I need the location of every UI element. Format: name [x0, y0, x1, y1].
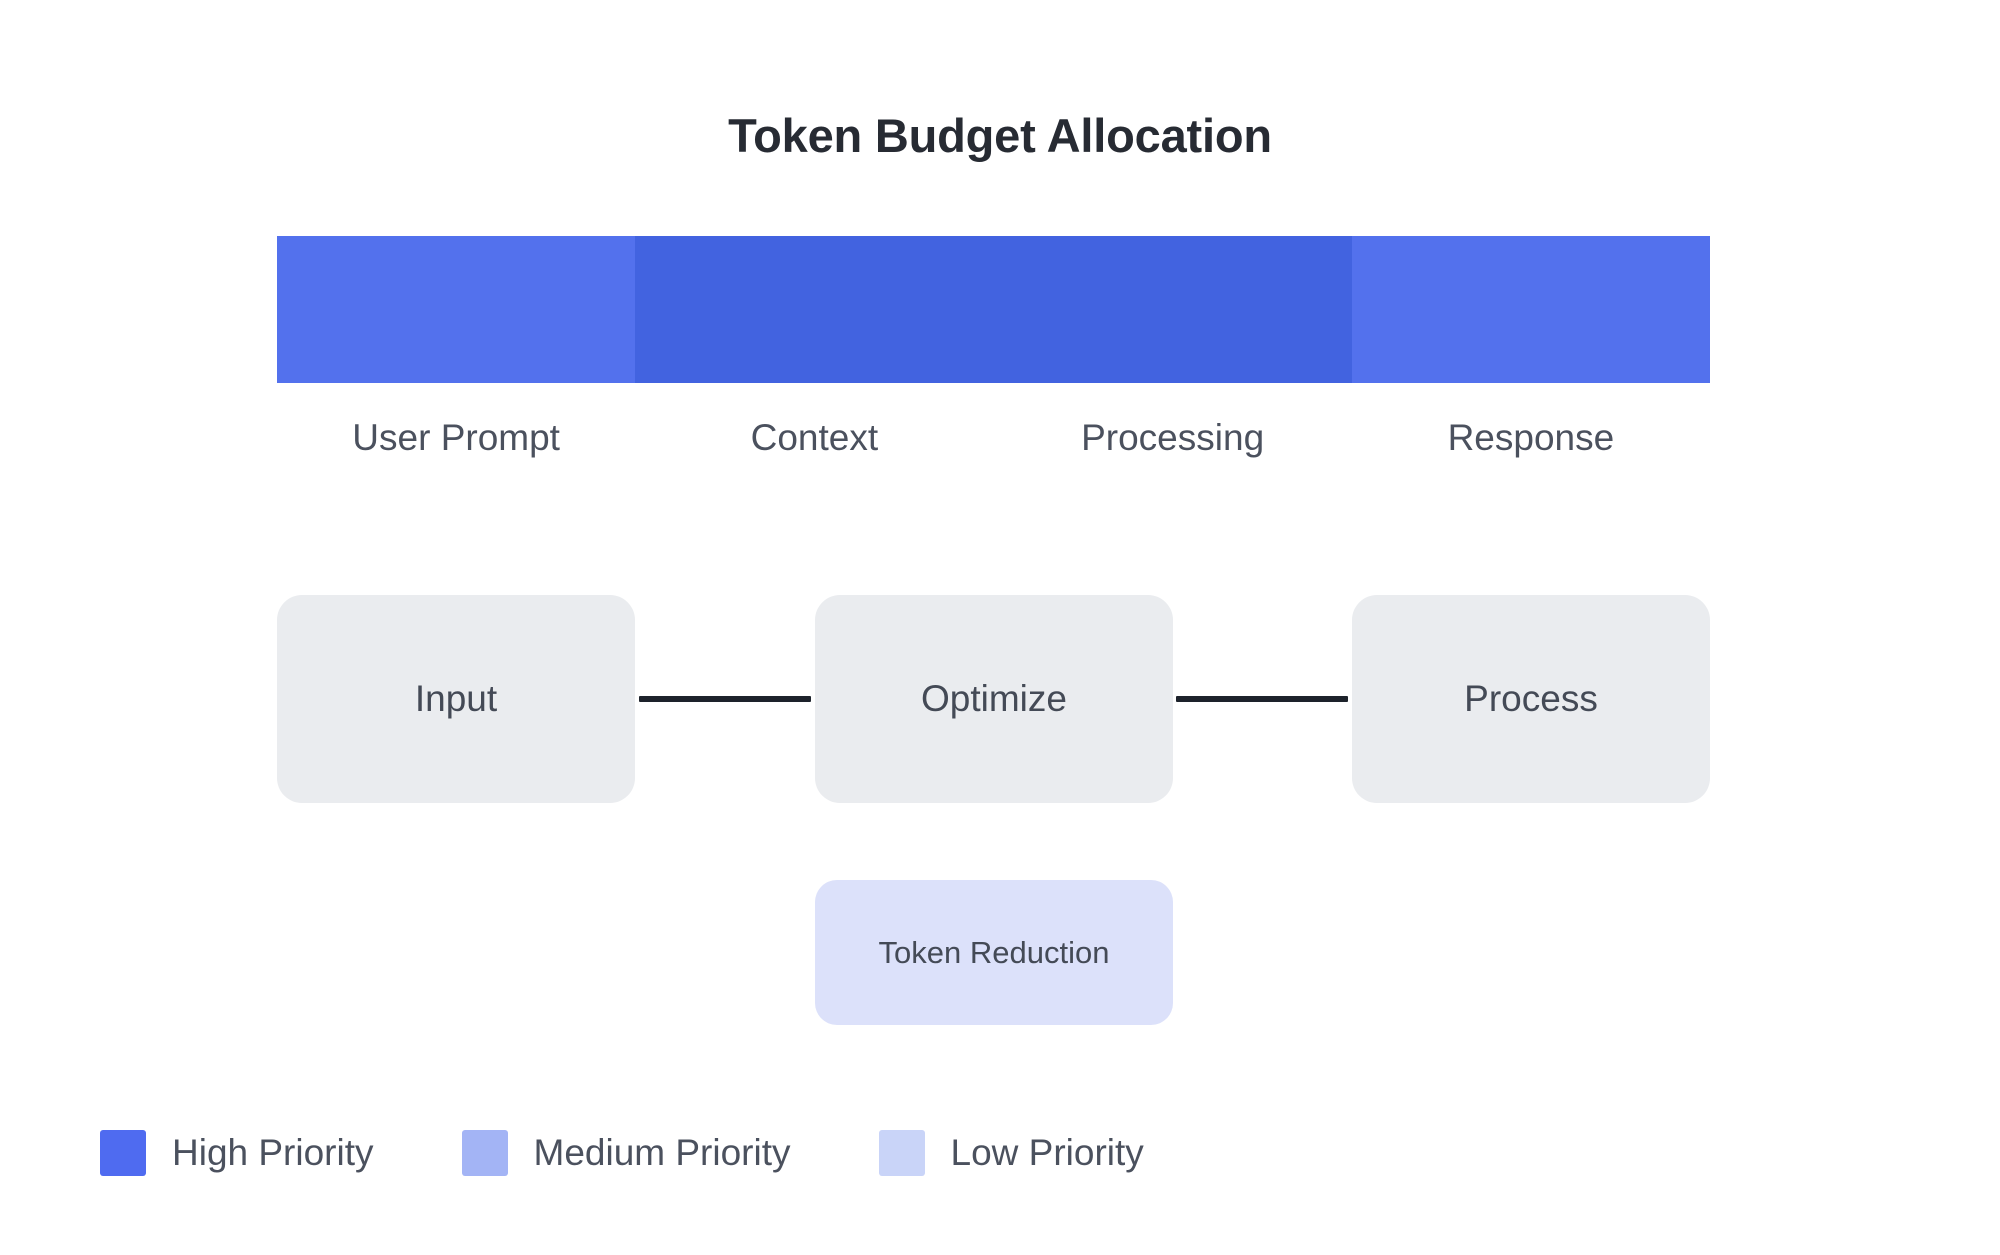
stacked-bar [277, 236, 1710, 383]
flow-diagram: Input Optimize Process [277, 595, 1710, 803]
flow-connector-input-optimize [639, 696, 811, 702]
bar-segment-user-prompt[interactable] [277, 236, 636, 383]
flow-node-process-label: Process [1464, 678, 1598, 719]
flow-node-input[interactable]: Input [277, 595, 635, 803]
flow-connector-optimize-process [1176, 696, 1348, 702]
flow-node-optimize[interactable]: Optimize [815, 595, 1173, 803]
chart-legend: High Priority Medium Priority Low Priori… [100, 1128, 1144, 1178]
bar-label-context: Context [750, 417, 879, 458]
bar-segment-context[interactable] [635, 236, 994, 383]
flow-node-optimize-label: Optimize [921, 678, 1067, 719]
legend-item-low-priority[interactable]: Low Priority [878, 1128, 1144, 1178]
bar-label-user-prompt: User Prompt [352, 417, 560, 458]
legend-swatch-medium-priority [461, 1130, 508, 1176]
legend-label-high-priority: High Priority [172, 1132, 374, 1173]
legend-label-medium-priority: Medium Priority [533, 1132, 791, 1173]
legend-swatch-high-priority [100, 1130, 146, 1176]
flow-node-token-reduction-label: Token Reduction [878, 934, 1110, 970]
legend-item-medium-priority[interactable]: Medium Priority [461, 1128, 791, 1178]
bar-segment-processing[interactable] [993, 236, 1352, 383]
bar-segment-response[interactable] [1351, 236, 1710, 383]
flow-node-input-label: Input [414, 678, 498, 719]
legend-item-high-priority[interactable]: High Priority [100, 1128, 374, 1178]
bar-axis-labels: User Prompt Context Processing Response [277, 410, 1710, 466]
bar-label-processing: Processing [1081, 417, 1265, 458]
bar-label-response: Response [1447, 417, 1615, 458]
chart-canvas: Token Budget Allocation User Prompt Cont… [0, 0, 2000, 1255]
legend-label-low-priority: Low Priority [950, 1132, 1144, 1173]
flow-node-process[interactable]: Process [1352, 595, 1710, 803]
legend-swatch-low-priority [878, 1130, 925, 1176]
flow-node-token-reduction[interactable]: Token Reduction [815, 880, 1173, 1025]
page-title: Token Budget Allocation [728, 109, 1272, 162]
